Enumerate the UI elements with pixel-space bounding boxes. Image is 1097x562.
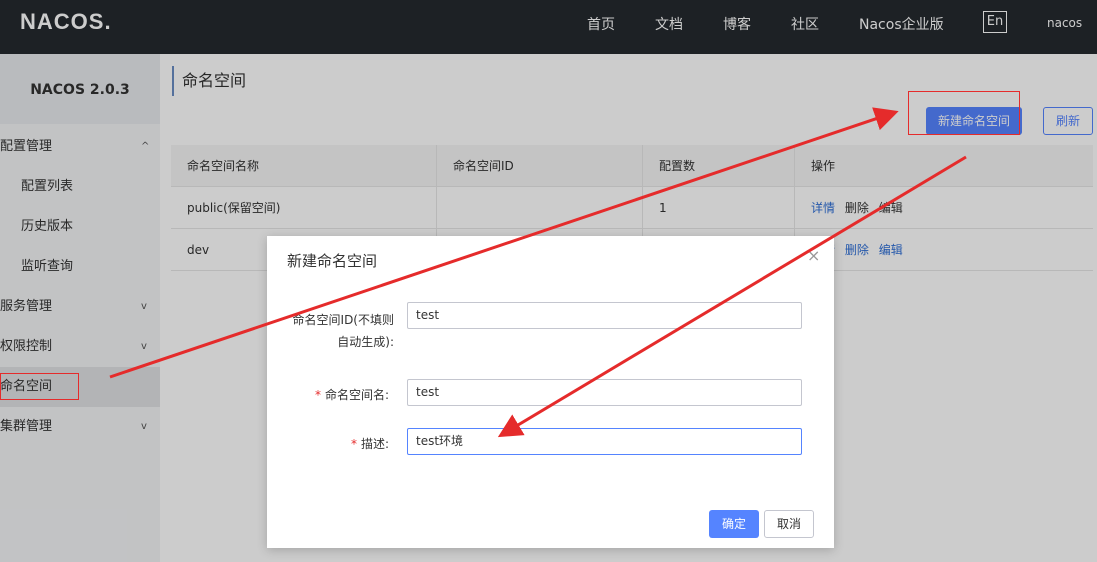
annotation-arrows [109,107,967,438]
arrow-to-description [497,155,967,438]
arrow-to-create-button [109,107,899,379]
